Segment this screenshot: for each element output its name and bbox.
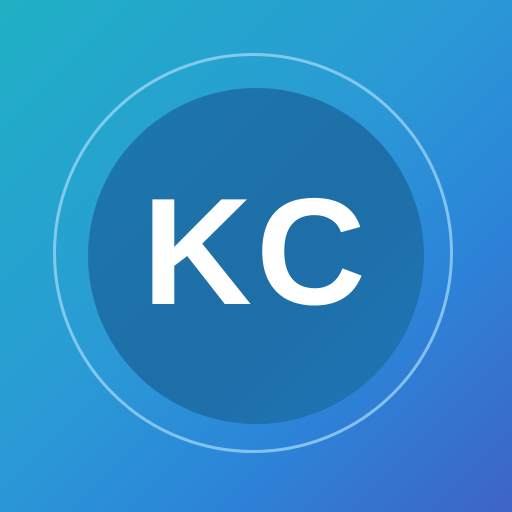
logo-monogram: KC bbox=[142, 167, 370, 337]
logo-disc: KC bbox=[88, 88, 424, 424]
app-icon: KC bbox=[0, 0, 512, 512]
